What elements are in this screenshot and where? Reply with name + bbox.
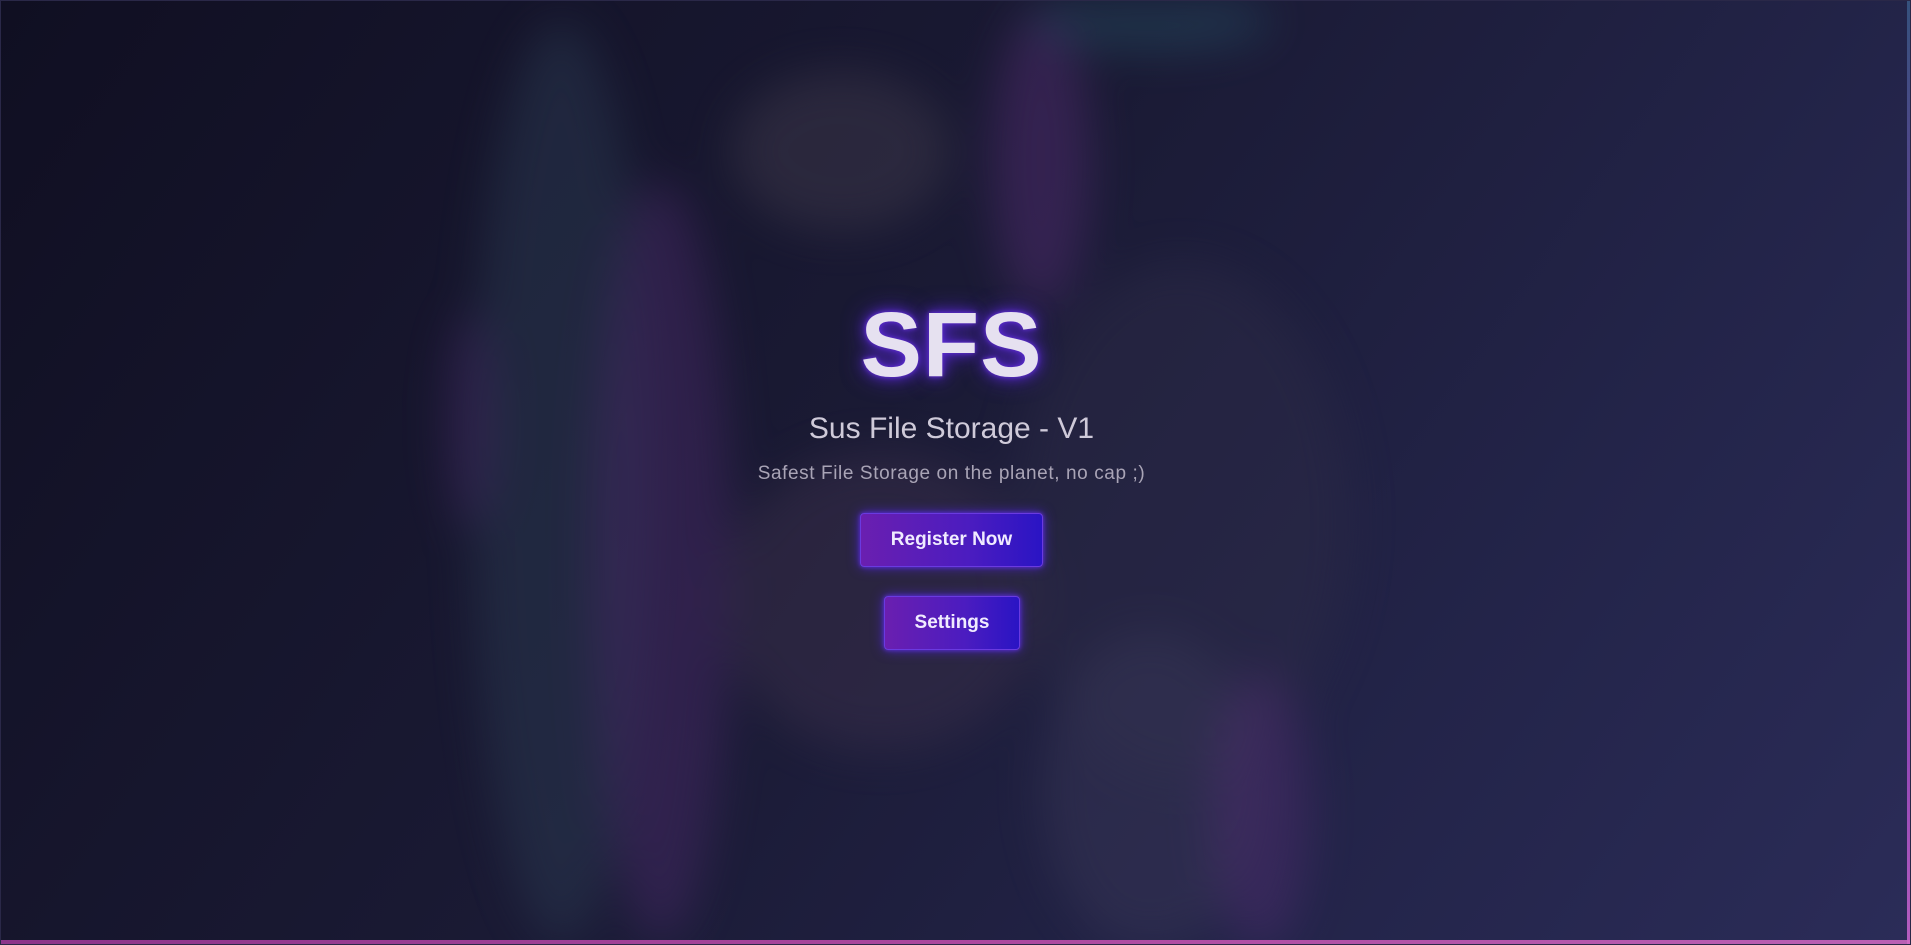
register-now-button[interactable]: Register Now — [860, 513, 1043, 567]
settings-button[interactable]: Settings — [884, 596, 1020, 650]
app-subtitle: Sus File Storage - V1 — [808, 412, 1095, 445]
app-title: SFS — [860, 294, 1043, 396]
hero-section: SFS Sus File Storage - V1 Safest File St… — [1, 1, 1902, 944]
right-edge-glow — [1907, 1, 1910, 944]
landing-page: SFS Sus File Storage - V1 Safest File St… — [0, 0, 1911, 945]
app-tagline: Safest File Storage on the planet, no ca… — [757, 463, 1146, 484]
